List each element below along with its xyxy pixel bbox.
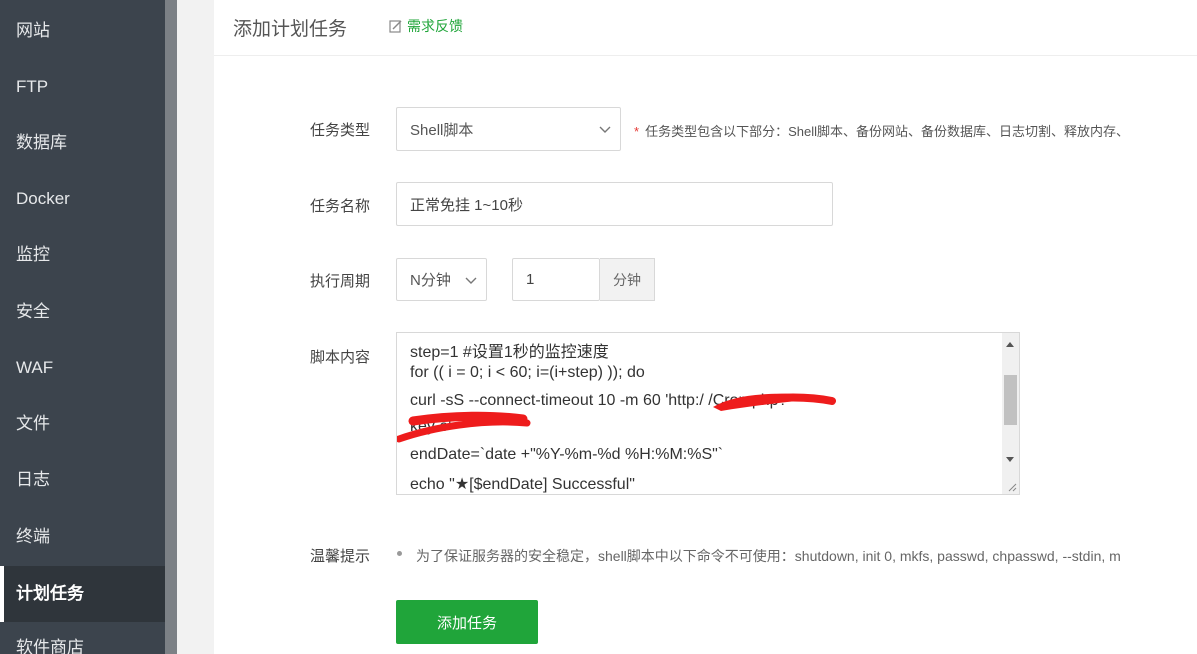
sidebar-item-label: 网站: [16, 21, 50, 40]
code-line: step=1 #设置1秒的监控速度: [410, 344, 609, 361]
sidebar-item-waf[interactable]: WAF: [0, 340, 165, 396]
sidebar-item-label: FTP: [16, 77, 49, 96]
task-type-select[interactable]: Shell脚本: [396, 107, 621, 151]
sidebar-item-label: WAF: [16, 358, 54, 377]
code-line: endDate=`date +"%Y-%m-%d %H:%M:%S"`: [410, 446, 724, 463]
sidebar-item-store[interactable]: 软件商店: [0, 620, 165, 654]
chevron-down-icon: [465, 277, 477, 284]
minutes-unit-addon: 分钟: [600, 258, 655, 301]
sidebar-item-cron[interactable]: 计划任务: [0, 566, 165, 622]
scroll-down-arrow-icon[interactable]: [1006, 457, 1014, 462]
sidebar-item-label: 文件: [16, 414, 50, 433]
edit-icon: [389, 20, 402, 33]
code-line: echo "★[$endDate] Successful": [410, 476, 635, 493]
panel-header: 添加计划任务 需求反馈: [214, 0, 1197, 56]
resize-grip-icon[interactable]: [1007, 482, 1017, 492]
sidebar-item-label: 安全: [16, 302, 50, 321]
task-name-input[interactable]: 正常免挂 1~10秒: [396, 182, 833, 226]
task-name-value: 正常免挂 1~10秒: [410, 196, 523, 214]
sidebar-item-database[interactable]: 数据库: [0, 115, 165, 171]
chevron-down-icon: [599, 126, 611, 133]
sidebar-item-website[interactable]: 网站: [0, 3, 165, 59]
sidebar-item-label: 数据库: [16, 133, 67, 152]
sidebar-item-security[interactable]: 安全: [0, 284, 165, 340]
script-textarea[interactable]: step=1 #设置1秒的监控速度 for (( i = 0; i < 60; …: [396, 332, 1020, 495]
scroll-thumb[interactable]: [1004, 375, 1017, 425]
sidebar-item-label: 计划任务: [16, 584, 84, 603]
sidebar-item-logs[interactable]: 日志: [0, 452, 165, 508]
sidebar-item-ftp[interactable]: FTP: [0, 59, 165, 115]
add-task-button[interactable]: 添加任务: [396, 600, 538, 644]
sidebar-item-terminal[interactable]: 终端: [0, 509, 165, 565]
task-type-hint-text: 任务类型包含以下部分：Shell脚本、备份网站、备份数据库、日志切割、释放内存、: [645, 124, 1129, 139]
active-indicator: [0, 566, 4, 622]
task-type-label: 任务类型: [309, 122, 370, 139]
sidebar: 网站 FTP 数据库 Docker 监控 安全 WAF 文件 日志 终端 计划任…: [0, 0, 165, 654]
content-panel: 添加计划任务 需求反馈 任务类型 Shell脚本 * 任务类型包含以下部分：She…: [214, 0, 1197, 654]
sidebar-item-label: 监控: [16, 245, 50, 264]
script-label: 脚本内容: [309, 349, 370, 366]
task-type-hint: * 任务类型包含以下部分：Shell脚本、备份网站、备份数据库、日志切割、释放内存…: [634, 121, 1129, 140]
tips-text: 为了保证服务器的安全稳定，shell脚本中以下命令不可使用：shutdown, …: [416, 548, 1121, 564]
redaction-mark: [713, 393, 836, 411]
feedback-link[interactable]: 需求反馈: [389, 16, 463, 36]
sidebar-item-files[interactable]: 文件: [0, 396, 165, 452]
sidebar-item-label: 软件商店: [16, 638, 84, 654]
period-minutes-value: 1: [526, 271, 535, 288]
script-scrollbar[interactable]: [1002, 333, 1019, 494]
period-label: 执行周期: [309, 273, 370, 290]
sidebar-item-label: Docker: [16, 189, 70, 208]
period-minutes-input[interactable]: 1: [512, 258, 600, 301]
task-name-label: 任务名称: [309, 198, 370, 215]
sidebar-item-monitor[interactable]: 监控: [0, 227, 165, 283]
feedback-label: 需求反馈: [407, 18, 463, 34]
period-mode-value: N分钟: [410, 272, 451, 289]
redaction-mark: [397, 411, 531, 443]
required-star: *: [634, 124, 640, 139]
code-line: for (( i = 0; i < 60; i=(i+step) )); do: [410, 364, 645, 381]
period-mode-select[interactable]: N分钟: [396, 258, 487, 301]
tips-label: 温馨提示: [309, 548, 370, 565]
scroll-up-arrow-icon[interactable]: [1006, 342, 1014, 347]
sidebar-item-docker[interactable]: Docker: [0, 171, 165, 227]
page-title: 添加计划任务: [233, 19, 348, 40]
sidebar-item-label: 日志: [16, 470, 50, 489]
bullet-icon: [397, 551, 402, 556]
sidebar-scrollbar[interactable]: [165, 0, 177, 654]
task-type-value: Shell脚本: [410, 121, 474, 139]
sidebar-item-label: 终端: [16, 527, 50, 546]
